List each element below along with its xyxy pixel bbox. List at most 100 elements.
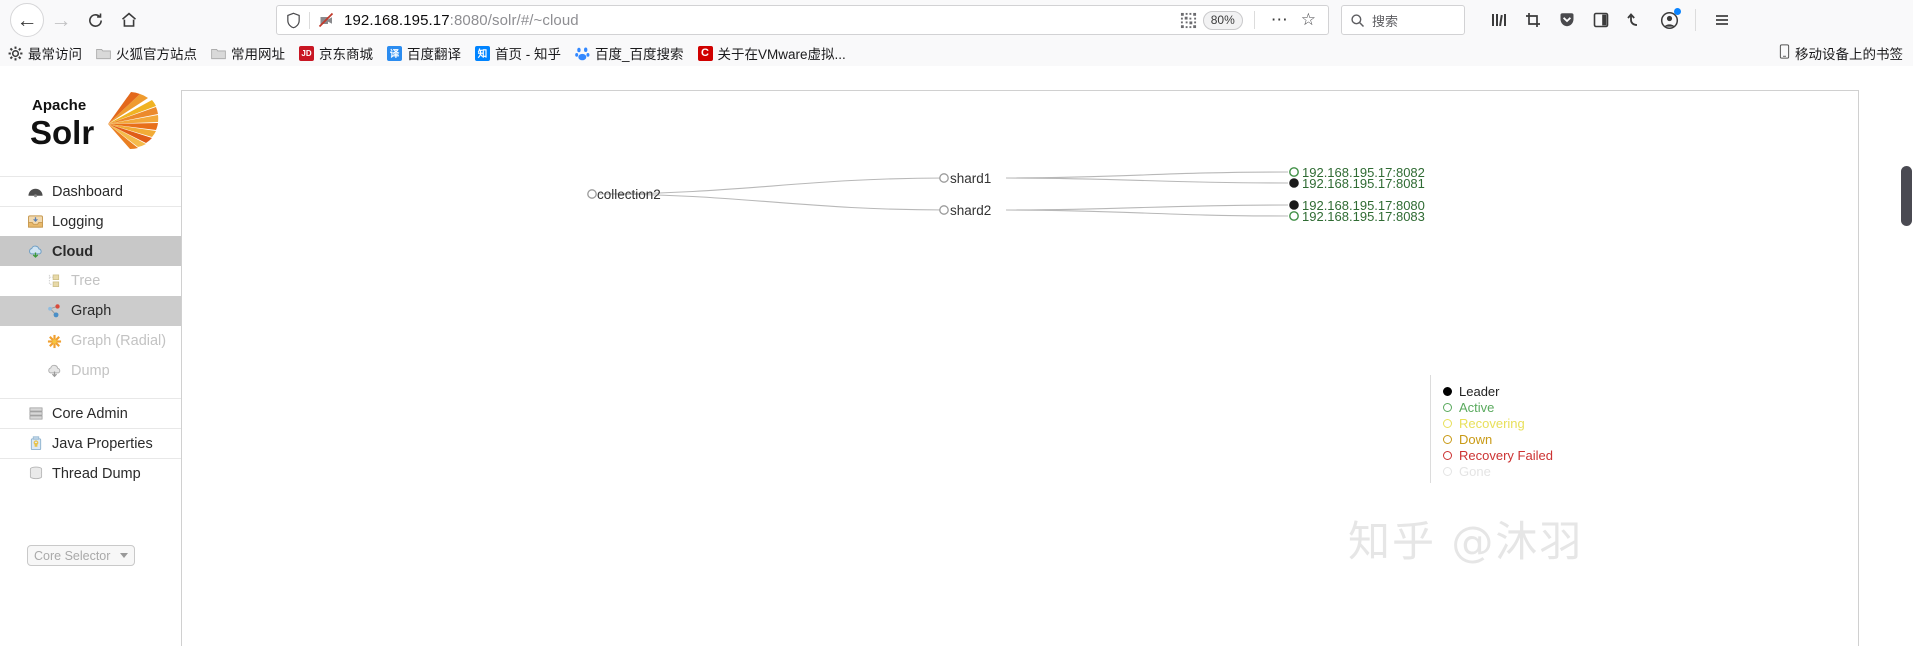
- graph-icon: [46, 303, 63, 320]
- bookmark-label: 首页 - 知乎: [495, 47, 561, 62]
- sidebar-item-dump[interactable]: Dump: [0, 356, 181, 386]
- legend-row-recovering: Recovering: [1443, 415, 1550, 431]
- legend-row-down: Down: [1443, 431, 1550, 447]
- browser-toolbar-icons: [1485, 6, 1736, 34]
- csdn-icon: C: [697, 45, 713, 61]
- back-button[interactable]: ←: [10, 3, 44, 37]
- node-label-replica-8083[interactable]: 192.168.195.17:8083: [1302, 209, 1425, 224]
- blocked-camera-icon[interactable]: [317, 11, 335, 29]
- gear-icon: [8, 46, 23, 61]
- node-label-shard2[interactable]: shard2: [950, 203, 991, 218]
- legend-label: Down: [1459, 431, 1493, 447]
- bookmark-item-baidu-fanyi[interactable]: 译 百度翻译: [387, 43, 461, 63]
- bookmark-item-baidu-search[interactable]: 百度_百度搜索: [575, 43, 684, 63]
- sidebar-item-dashboard[interactable]: Dashboard: [0, 176, 181, 206]
- bookmark-item-common-sites[interactable]: 常用网址: [211, 43, 285, 63]
- qr-code-icon[interactable]: [1180, 12, 1197, 29]
- library-icon[interactable]: [1485, 6, 1513, 34]
- cloud-graph-svg: [587, 167, 1299, 221]
- legend-label: Leader: [1459, 383, 1500, 399]
- legend-row-gone: Gone: [1443, 463, 1550, 479]
- url-port: :8080: [449, 11, 488, 29]
- dump-icon: [46, 363, 63, 380]
- sidebar-item-label: Dashboard: [52, 183, 123, 200]
- url-text[interactable]: 192.168.195.17:8080/solr/#/~cloud: [344, 12, 1180, 29]
- sidebar-item-cloud[interactable]: Cloud: [0, 236, 181, 266]
- solr-logo[interactable]: Apache Solr: [30, 88, 170, 158]
- url-bar[interactable]: 192.168.195.17:8080/solr/#/~cloud 80% ⋯ …: [276, 5, 1329, 35]
- tree-icon: [46, 273, 63, 290]
- bookmark-item-firefox-site[interactable]: 火狐官方站点: [96, 43, 197, 63]
- sidebar-item-label: Tree: [71, 273, 101, 289]
- sidebar-item-label: Thread Dump: [52, 465, 141, 482]
- node-shard1: [939, 173, 949, 183]
- link-shard1-replica8081: [1005, 177, 1289, 184]
- legend-label: Recovery Failed: [1459, 447, 1553, 463]
- mobile-device-icon: [1779, 44, 1790, 62]
- mobile-bookmarks-folder[interactable]: 移动设备上的书签: [1779, 43, 1903, 63]
- search-placeholder: 搜索: [1372, 13, 1399, 29]
- node-label-replica-8081[interactable]: 192.168.195.17:8081: [1302, 176, 1425, 191]
- screenshot-icon[interactable]: [1519, 6, 1547, 34]
- page-scrollbar-thumb[interactable]: [1901, 166, 1912, 226]
- sidebar-item-java-properties[interactable]: Java Properties: [0, 428, 181, 458]
- reload-button[interactable]: [78, 3, 112, 37]
- bookmark-item-jd[interactable]: JD 京东商城: [299, 43, 373, 63]
- logo-solr-text: Solr: [30, 114, 94, 151]
- sidebar-icon[interactable]: [1587, 6, 1615, 34]
- pocket-icon[interactable]: [1553, 6, 1581, 34]
- app-menu-icon[interactable]: [1708, 6, 1736, 34]
- thread-dump-icon: [27, 465, 44, 482]
- bookmark-item-zhihu[interactable]: 知 首页 - 知乎: [475, 43, 561, 63]
- chevron-down-icon: [120, 553, 128, 558]
- sidebar-item-label: Logging: [52, 213, 104, 230]
- link-shard1-replica8082: [1005, 171, 1289, 179]
- forward-arrow-icon: →: [50, 8, 72, 32]
- home-button[interactable]: [112, 3, 146, 37]
- folder-icon: [96, 47, 111, 60]
- ellipsis-icon[interactable]: ⋯: [1266, 10, 1294, 30]
- core-selector-dropdown[interactable]: Core Selector: [27, 545, 135, 566]
- node-replica-8080: [1289, 200, 1299, 210]
- graph-legend: Leader Active Recovering Down Recovery F…: [1430, 375, 1553, 483]
- forward-button[interactable]: →: [44, 3, 78, 37]
- bookmark-item-vmware-article[interactable]: C 关于在VMware虚拟...: [697, 43, 846, 63]
- sidebar-item-thread-dump[interactable]: Thread Dump: [0, 458, 181, 488]
- undo-close-tab-icon[interactable]: [1621, 6, 1649, 34]
- node-replica-8082: [1289, 167, 1299, 177]
- cloud-icon: [27, 243, 44, 260]
- core-selector-label: Core Selector: [34, 548, 111, 563]
- sidebar-item-graph-radial[interactable]: Graph (Radial): [0, 326, 181, 356]
- sidebar-item-logging[interactable]: Logging: [0, 206, 181, 236]
- shield-icon[interactable]: [285, 12, 302, 29]
- zoom-level-badge[interactable]: 80%: [1202, 10, 1243, 30]
- sidebar-item-label: Graph: [71, 303, 112, 319]
- node-replica-8081: [1289, 178, 1299, 188]
- node-label-shard1[interactable]: shard1: [950, 171, 991, 186]
- sidebar-item-graph[interactable]: Graph: [0, 296, 181, 326]
- sidebar-item-core-admin[interactable]: Core Admin: [0, 398, 181, 428]
- legend-label: Recovering: [1459, 415, 1525, 431]
- bookmark-item-most-visited[interactable]: 最常访问: [8, 43, 82, 63]
- graph-nodes: [587, 167, 1299, 221]
- page-scrollbar[interactable]: [1899, 132, 1913, 646]
- sidebar-nav: Dashboard Logging Cloud Tree Graph Graph…: [0, 176, 181, 488]
- logging-icon: [27, 213, 44, 230]
- sidebar-item-tree[interactable]: Tree: [0, 266, 181, 296]
- url-path: /solr/#/~cloud: [487, 11, 579, 29]
- down-marker-icon: [1443, 434, 1452, 444]
- legend-row-active: Active: [1443, 399, 1550, 415]
- star-icon[interactable]: ☆: [1297, 10, 1320, 30]
- sidebar-item-label: Dump: [71, 363, 110, 379]
- gone-marker-icon: [1443, 466, 1452, 476]
- sidebar-item-label: Cloud: [52, 243, 94, 260]
- toolbar-divider: [1695, 9, 1696, 31]
- bookmark-label: 京东商城: [319, 47, 373, 62]
- node-collection2: [587, 189, 597, 199]
- legend-row-recovery-failed: Recovery Failed: [1443, 447, 1553, 463]
- node-label-collection2[interactable]: collection2: [597, 187, 661, 202]
- account-icon[interactable]: [1655, 6, 1683, 34]
- baidu-icon: [575, 46, 590, 61]
- browser-navigation-bar: ← → 192.168.195.17:8080/solr/#/~cloud 80…: [0, 0, 1913, 40]
- search-input[interactable]: 搜索: [1341, 5, 1465, 35]
